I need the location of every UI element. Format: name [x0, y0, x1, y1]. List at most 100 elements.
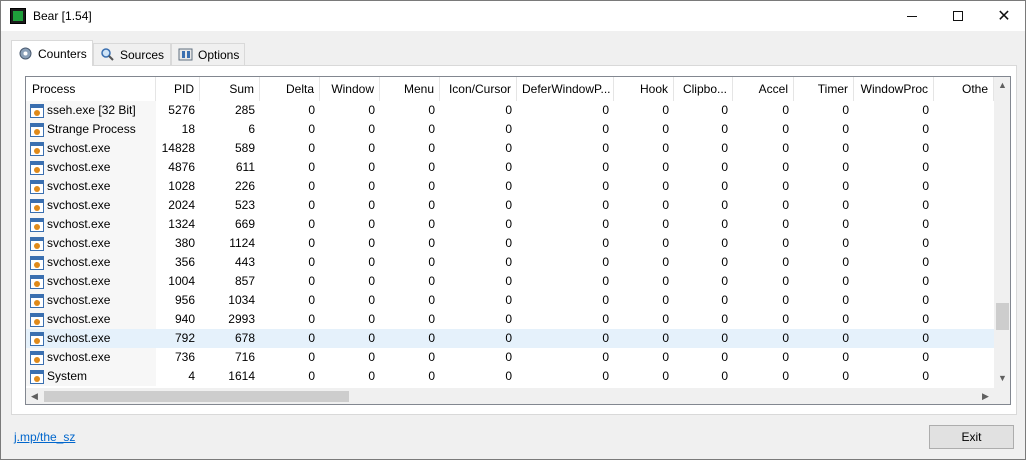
column-header[interactable]: Othe: [934, 77, 994, 101]
title-bar[interactable]: Bear [1.54] ✕: [1, 1, 1025, 31]
table-row[interactable]: svchost.exe 4876 611 0 0 0 0 0 0 0 0 0 0: [26, 158, 994, 177]
table-row[interactable]: svchost.exe 956 1034 0 0 0 0 0 0 0 0 0 0: [26, 291, 994, 310]
process-icon: [30, 312, 44, 327]
table-cell: 0: [922, 236, 929, 250]
table-cell: 0: [308, 312, 315, 326]
scroll-up-icon[interactable]: ▲: [994, 80, 1010, 90]
table-cell: [934, 139, 994, 158]
table-row[interactable]: svchost.exe 792 678 0 0 0 0 0 0 0 0 0 0: [26, 329, 994, 348]
table-row[interactable]: svchost.exe 940 2993 0 0 0 0 0 0 0 0 0 0: [26, 310, 994, 329]
column-header[interactable]: Menu: [380, 77, 440, 101]
tab-options[interactable]: Options: [171, 43, 245, 65]
table-cell: 0: [922, 350, 929, 364]
process-icon: [30, 122, 44, 137]
table-cell: 611: [235, 160, 255, 174]
table-body: sseh.exe [32 Bit] 5276 285 0 0 0 0 0 0 0 0 0 0 Strang…: [26, 101, 994, 386]
table-row[interactable]: System 4 1614 0 0 0 0 0 0 0 0 0 0: [26, 367, 994, 386]
table-row[interactable]: svchost.exe 1324 669 0 0 0 0 0 0 0 0 0 0: [26, 215, 994, 234]
table-cell: 0: [368, 236, 375, 250]
column-header[interactable]: Window: [320, 77, 380, 101]
table-cell: 1324: [168, 217, 195, 231]
process-name: sseh.exe [32 Bit]: [47, 103, 136, 117]
process-icon: [30, 217, 44, 232]
table-cell: [934, 177, 994, 196]
column-header[interactable]: Accel: [733, 77, 794, 101]
table-row[interactable]: svchost.exe 14828 589 0 0 0 0 0 0 0 0 0 0: [26, 139, 994, 158]
column-header[interactable]: WindowProc: [854, 77, 934, 101]
vertical-scroll-thumb[interactable]: [996, 303, 1009, 330]
table-cell: 0: [428, 122, 435, 136]
minimize-button[interactable]: [889, 1, 935, 31]
horizontal-scroll-thumb[interactable]: [44, 391, 349, 402]
table-row[interactable]: svchost.exe 380 1124 0 0 0 0 0 0 0 0 0 0: [26, 234, 994, 253]
close-button[interactable]: ✕: [981, 1, 1026, 31]
table-cell: 589: [234, 141, 255, 155]
minimize-icon: [907, 15, 917, 17]
table-cell: 0: [922, 255, 929, 269]
table-cell: 0: [602, 255, 609, 269]
column-header[interactable]: Icon/Cursor: [440, 77, 517, 101]
horizontal-scrollbar[interactable]: ◀ ▶: [26, 388, 994, 404]
table-row[interactable]: sseh.exe [32 Bit] 5276 285 0 0 0 0 0 0 0 0 0 0: [26, 101, 994, 120]
table-cell: 0: [602, 217, 609, 231]
maximize-button[interactable]: [935, 1, 981, 31]
table-cell: 0: [782, 274, 789, 288]
process-table[interactable]: Process PID Sum Delta Window Menu Icon/Cursor D…: [25, 76, 1011, 405]
column-header[interactable]: Clipbo...: [674, 77, 733, 101]
table-cell: 0: [662, 331, 669, 345]
table-cell: 1614: [228, 369, 255, 383]
process-name: svchost.exe: [47, 350, 111, 364]
column-header[interactable]: Sum: [200, 77, 260, 101]
scroll-left-icon[interactable]: ◀: [26, 391, 43, 402]
process-name: svchost.exe: [47, 331, 111, 345]
table-cell: 0: [721, 236, 728, 250]
column-header[interactable]: DeferWindowP...: [517, 77, 614, 101]
process-icon: [30, 103, 44, 118]
column-header[interactable]: Hook: [614, 77, 674, 101]
table-cell: 0: [428, 255, 435, 269]
column-header[interactable]: Delta: [260, 77, 320, 101]
options-icon: [178, 47, 193, 62]
table-row[interactable]: svchost.exe 736 716 0 0 0 0 0 0 0 0 0 0: [26, 348, 994, 367]
vertical-scrollbar[interactable]: ▲ ▼: [994, 77, 1010, 388]
column-header[interactable]: Process: [26, 77, 156, 101]
table-cell: 0: [428, 198, 435, 212]
window-title: Bear [1.54]: [33, 9, 92, 23]
process-icon: [30, 236, 44, 251]
table-row[interactable]: Strange Process 18 6 0 0 0 0 0 0 0 0 0 0: [26, 120, 994, 139]
table-cell: 0: [428, 103, 435, 117]
table-cell: 0: [782, 160, 789, 174]
process-icon: [30, 274, 44, 289]
column-header[interactable]: PID: [156, 77, 200, 101]
table-cell: 0: [428, 350, 435, 364]
table-row[interactable]: svchost.exe 1004 857 0 0 0 0 0 0 0 0 0 0: [26, 272, 994, 291]
process-cell: svchost.exe: [26, 158, 156, 177]
table-cell: 0: [662, 103, 669, 117]
table-cell: [934, 215, 994, 234]
table-cell: 669: [234, 217, 255, 231]
maximize-icon: [953, 11, 963, 21]
scroll-right-icon[interactable]: ▶: [977, 391, 994, 402]
column-header[interactable]: Timer: [794, 77, 854, 101]
tab-sources[interactable]: Sources: [93, 43, 171, 65]
table-cell: 0: [602, 103, 609, 117]
table-cell: 0: [308, 236, 315, 250]
tab-counters[interactable]: Counters: [11, 40, 93, 66]
table-row[interactable]: svchost.exe 356 443 0 0 0 0 0 0 0 0 0 0: [26, 253, 994, 272]
table-cell: 0: [308, 122, 315, 136]
table-cell: 0: [721, 141, 728, 155]
process-cell: svchost.exe: [26, 310, 156, 329]
exit-button[interactable]: Exit: [929, 425, 1014, 449]
table-cell: 0: [602, 141, 609, 155]
table-cell: 0: [922, 122, 929, 136]
table-cell: 0: [602, 293, 609, 307]
table-cell: 0: [368, 217, 375, 231]
process-icon: [30, 179, 44, 194]
table-cell: [934, 310, 994, 329]
table-cell: 5276: [168, 103, 195, 117]
scroll-down-icon[interactable]: ▼: [994, 373, 1010, 383]
table-row[interactable]: svchost.exe 2024 523 0 0 0 0 0 0 0 0 0 0: [26, 196, 994, 215]
table-cell: 0: [505, 312, 512, 326]
website-link[interactable]: j.mp/the_sz: [14, 430, 75, 444]
table-row[interactable]: svchost.exe 1028 226 0 0 0 0 0 0 0 0 0 0: [26, 177, 994, 196]
